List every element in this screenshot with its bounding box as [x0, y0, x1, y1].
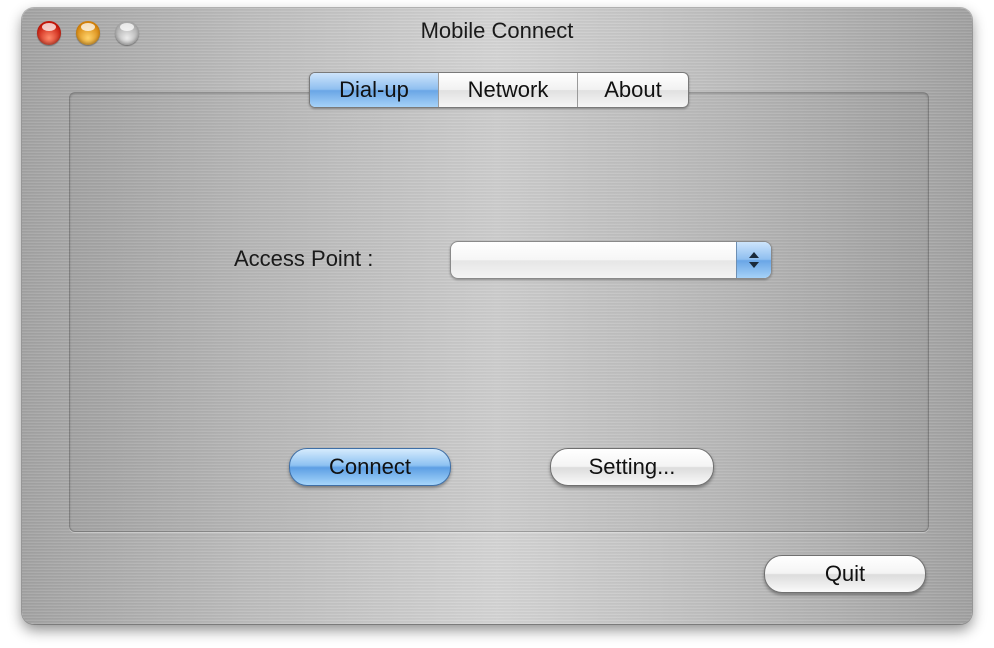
window-title: Mobile Connect	[420, 18, 574, 43]
title-bar[interactable]: Mobile Connect	[22, 8, 972, 52]
access-point-popup[interactable]	[450, 241, 772, 279]
tab-content-panel	[69, 92, 929, 532]
tab-network[interactable]: Network	[439, 73, 578, 107]
connect-button[interactable]: Connect	[289, 448, 451, 486]
popup-arrows[interactable]	[736, 242, 771, 278]
quit-button[interactable]: Quit	[764, 555, 926, 593]
up-down-arrows-icon	[749, 252, 759, 268]
mobile-connect-window: Mobile Connect Dial-up Network About Acc…	[22, 8, 972, 624]
setting-button[interactable]: Setting...	[550, 448, 714, 486]
tab-dial-up[interactable]: Dial-up	[310, 73, 439, 107]
access-point-label: Access Point :	[234, 246, 374, 271]
tab-about[interactable]: About	[578, 73, 688, 107]
tab-bar: Dial-up Network About	[309, 72, 689, 108]
